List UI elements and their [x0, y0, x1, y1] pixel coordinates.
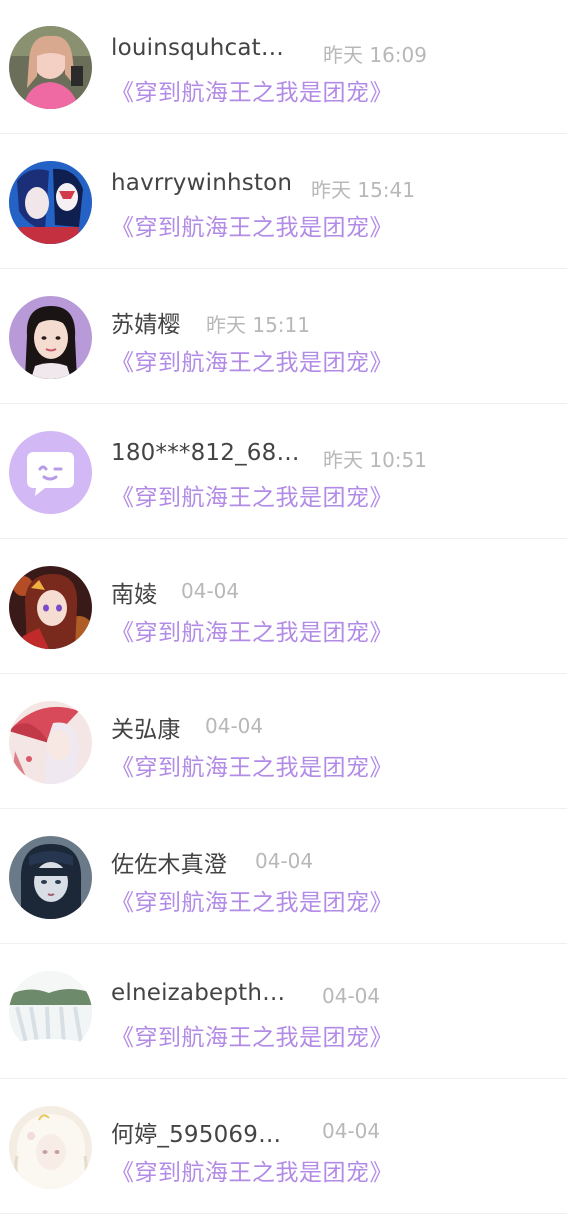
book-title-link[interactable]: 《穿到航海王之我是团宠》: [111, 613, 393, 647]
avatar[interactable]: [9, 296, 92, 379]
avatar-anime-umbrella-girl: [9, 701, 92, 784]
avatar[interactable]: [9, 566, 92, 649]
avatar-dark-hair-portrait: [9, 836, 92, 919]
timestamp: 04-04: [181, 579, 240, 603]
timestamp: 04-04: [205, 714, 264, 738]
comment-row[interactable]: 180***812_68… 昨天 10:51 《穿到航海王之我是团宠》: [0, 405, 567, 539]
avatar-anime-masked-pair: [9, 161, 92, 244]
avatar[interactable]: [9, 161, 92, 244]
avatar-girl-portrait: [9, 296, 92, 379]
timestamp: 昨天 10:51: [323, 448, 427, 472]
divider: [0, 1078, 567, 1079]
username: 关弘康: [111, 717, 181, 743]
timestamp: 昨天 15:11: [206, 313, 310, 337]
comment-row[interactable]: 南婈 04-04 《穿到航海王之我是团宠》: [0, 540, 567, 674]
avatar[interactable]: [9, 836, 92, 919]
avatar[interactable]: [9, 431, 92, 514]
username: elneizabepth…: [111, 980, 286, 1006]
comment-row[interactable]: elneizabepth… 04-04 《穿到航海王之我是团宠》: [0, 945, 567, 1079]
divider: [0, 673, 567, 674]
book-title-link[interactable]: 《穿到航海王之我是团宠》: [111, 208, 393, 242]
avatar[interactable]: [9, 26, 92, 109]
username: 何婷_595069…: [111, 1122, 282, 1148]
divider: [0, 403, 567, 404]
book-title-link[interactable]: 《穿到航海王之我是团宠》: [111, 883, 393, 917]
divider: [0, 268, 567, 269]
book-title-link[interactable]: 《穿到航海王之我是团宠》: [111, 478, 393, 512]
timestamp: 昨天 15:41: [311, 178, 415, 202]
comment-row[interactable]: 佐佐木真澄 04-04 《穿到航海王之我是团宠》: [0, 810, 567, 944]
book-title-link[interactable]: 《穿到航海王之我是团宠》: [111, 343, 393, 377]
timestamp: 04-04: [322, 984, 381, 1008]
avatar[interactable]: [9, 1106, 92, 1189]
comment-row[interactable]: 何婷_595069… 04-04 《穿到航海王之我是团宠》: [0, 1080, 567, 1214]
comment-row[interactable]: 苏婧樱 昨天 15:11 《穿到航海王之我是团宠》: [0, 270, 567, 404]
divider: [0, 133, 567, 134]
book-title-link[interactable]: 《穿到航海王之我是团宠》: [111, 1153, 393, 1187]
avatar-pink-dress-photo: [9, 26, 92, 109]
comment-row[interactable]: louinsquhcat… 昨天 16:09 《穿到航海王之我是团宠》: [0, 0, 567, 134]
username: 180***812_68…: [111, 440, 300, 466]
avatar[interactable]: [9, 701, 92, 784]
avatar-anime-red-girl: [9, 566, 92, 649]
timestamp: 04-04: [322, 1119, 381, 1143]
book-title-link[interactable]: 《穿到航海王之我是团宠》: [111, 748, 393, 782]
book-title-link[interactable]: 《穿到航海王之我是团宠》: [111, 1018, 393, 1052]
username: 佐佐木真澄: [111, 852, 227, 878]
avatar-waterfall-landscape: [9, 971, 92, 1054]
username: 苏婧樱: [111, 312, 181, 338]
avatar-white-hair-anime: [9, 1106, 92, 1189]
comment-row[interactable]: havrrywinhston 昨天 15:41 《穿到航海王之我是团宠》: [0, 135, 567, 269]
timestamp: 04-04: [255, 849, 314, 873]
divider: [0, 808, 567, 809]
book-title-link[interactable]: 《穿到航海王之我是团宠》: [111, 73, 393, 107]
divider: [0, 538, 567, 539]
username: 南婈: [111, 582, 158, 608]
avatar[interactable]: [9, 971, 92, 1054]
avatar-default-chat-icon: [9, 431, 92, 514]
comment-list: louinsquhcat… 昨天 16:09 《穿到航海王之我是团宠》 havr…: [0, 0, 567, 1215]
username: louinsquhcat…: [111, 35, 285, 61]
timestamp: 昨天 16:09: [323, 43, 427, 67]
divider: [0, 1213, 567, 1214]
divider: [0, 943, 567, 944]
username: havrrywinhston: [111, 170, 293, 196]
comment-row[interactable]: 关弘康 04-04 《穿到航海王之我是团宠》: [0, 675, 567, 809]
